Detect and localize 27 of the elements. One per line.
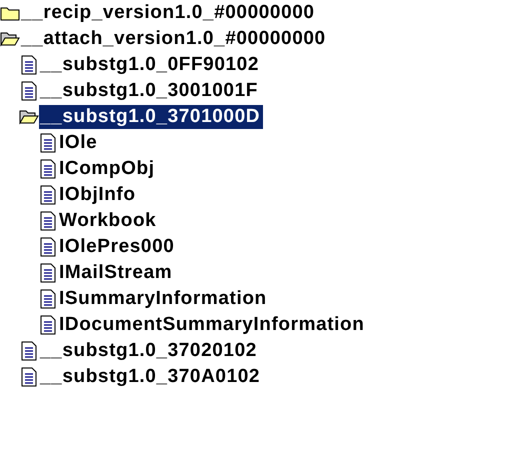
- tree-item[interactable]: __recip_version1.0_#00000000: [20, 1, 318, 25]
- tree-item[interactable]: ICompObj: [58, 157, 158, 181]
- document-icon: [19, 367, 39, 387]
- document-icon: [38, 263, 58, 283]
- tree-item[interactable]: IOle: [58, 131, 100, 155]
- tree-item[interactable]: IMailStream: [58, 261, 176, 285]
- tree-item[interactable]: __substg1.0_3001001F: [39, 79, 261, 103]
- document-icon: [19, 341, 39, 361]
- document-icon: [38, 211, 58, 231]
- tree-item[interactable]: __attach_version1.0_#00000000: [20, 27, 329, 51]
- document-icon: [19, 55, 39, 75]
- tree-item[interactable]: IDocumentSummaryInformation: [58, 313, 368, 337]
- document-icon: [38, 289, 58, 309]
- document-icon: [38, 185, 58, 205]
- tree-item[interactable]: __substg1.0_37020102: [39, 339, 260, 363]
- tree-item[interactable]: __substg1.0_3701000D: [39, 105, 264, 129]
- tree-item[interactable]: ISummaryInformation: [58, 287, 270, 311]
- tree-item[interactable]: __substg1.0_370A0102: [39, 365, 264, 389]
- document-icon: [38, 133, 58, 153]
- document-icon: [38, 159, 58, 179]
- tree-item[interactable]: IObjInfo: [58, 183, 139, 207]
- tree-item[interactable]: Workbook: [58, 209, 160, 233]
- document-icon: [38, 315, 58, 335]
- tree-item[interactable]: IOlePres000: [58, 235, 178, 259]
- document-icon: [38, 237, 58, 257]
- tree-item[interactable]: __substg1.0_0FF90102: [39, 53, 262, 77]
- document-icon: [19, 81, 39, 101]
